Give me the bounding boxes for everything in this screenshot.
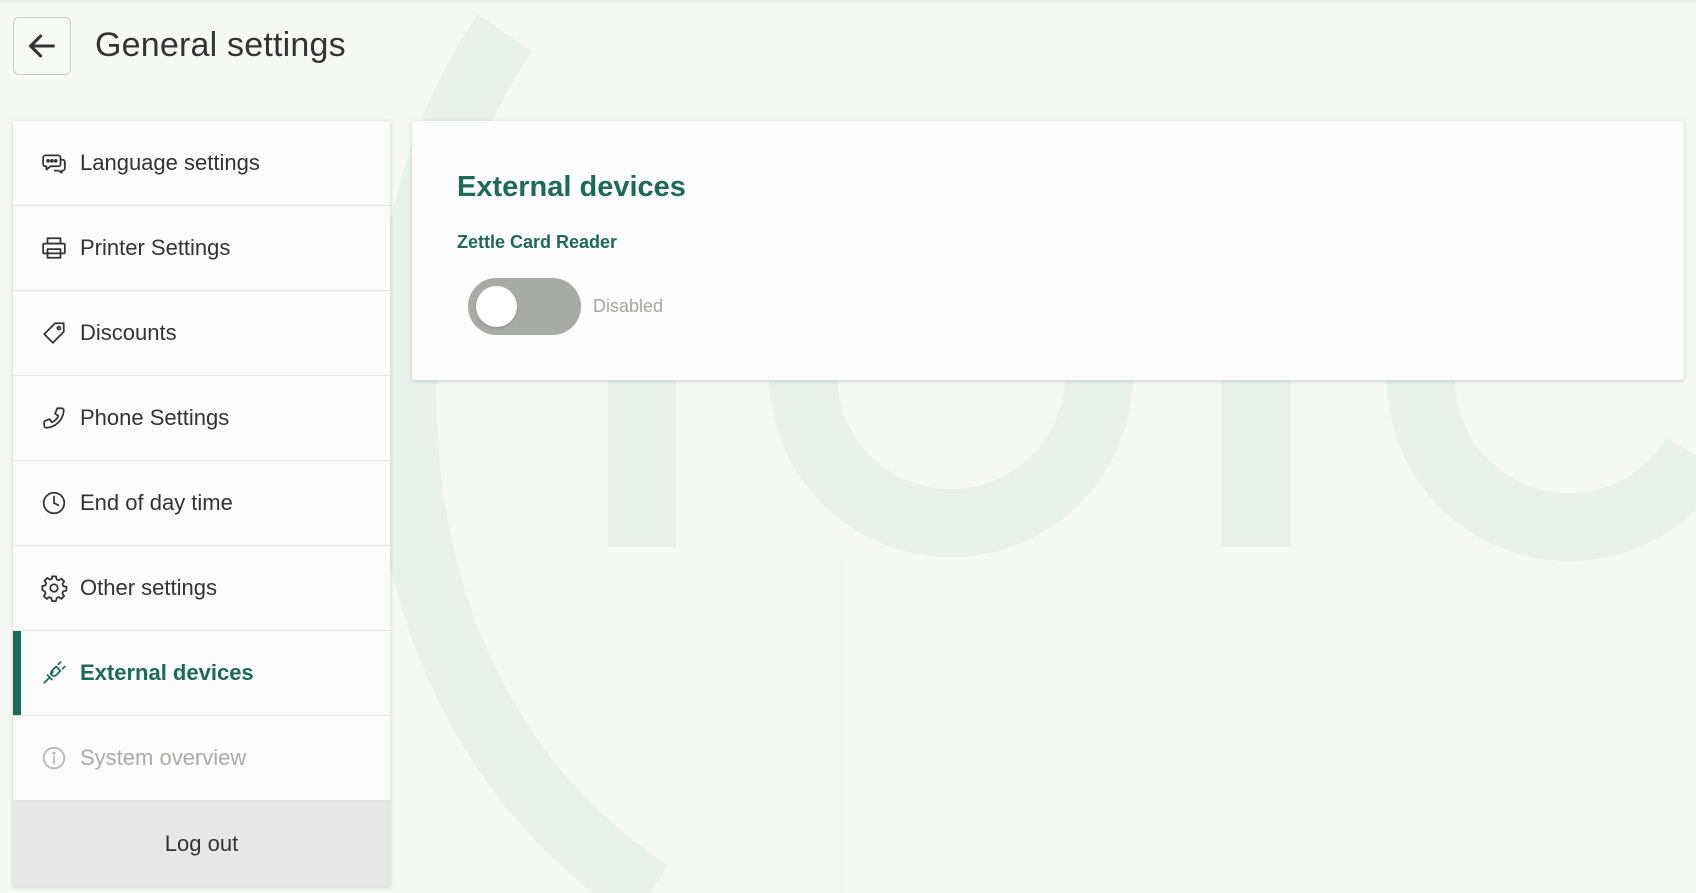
sidebar-item-external-devices[interactable]: External devices <box>13 631 390 716</box>
sidebar-item-system-overview[interactable]: System overview <box>13 716 390 801</box>
toggle-status-label: Disabled <box>593 296 664 316</box>
external-devices-panel: External devices Zettle Card Reader Disa… <box>412 121 1684 380</box>
sidebar-item-label: Phone Settings <box>80 405 230 430</box>
arrow-left-icon <box>29 34 55 58</box>
info-icon <box>40 744 68 772</box>
settings-sidebar: Language settings Printer Settings Disco… <box>13 121 390 886</box>
sidebar-item-label: Other settings <box>80 575 217 600</box>
tag-icon <box>40 319 68 347</box>
sidebar-item-phone-settings[interactable]: Phone Settings <box>13 376 390 461</box>
back-button[interactable] <box>13 17 71 75</box>
top-edge-shadow <box>0 0 1696 4</box>
sidebar-item-label: External devices <box>80 660 254 685</box>
sidebar-item-end-of-day-time[interactable]: End of day time <box>13 461 390 546</box>
sidebar-item-label: Language settings <box>80 150 260 175</box>
panel-title: External devices <box>457 171 686 203</box>
zettle-card-reader-toggle[interactable] <box>468 278 581 335</box>
sidebar-item-discounts[interactable]: Discounts <box>13 291 390 376</box>
device-name: Zettle Card Reader <box>457 232 618 252</box>
sidebar-item-label: End of day time <box>80 490 233 515</box>
gear-icon <box>40 574 68 602</box>
sidebar-item-language-settings[interactable]: Language settings <box>13 121 390 206</box>
printer-icon <box>40 234 68 262</box>
sidebar-item-label: System overview <box>80 745 247 770</box>
chat-bubbles-icon <box>40 149 68 177</box>
sidebar-item-printer-settings[interactable]: Printer Settings <box>13 206 390 291</box>
plug-icon <box>40 659 68 687</box>
clock-icon <box>40 489 68 517</box>
phone-icon <box>40 404 68 432</box>
toggle-knob <box>476 286 517 327</box>
logout-button[interactable]: Log out <box>13 801 390 886</box>
sidebar-item-label: Printer Settings <box>80 235 231 260</box>
sidebar-item-label: Discounts <box>80 320 177 345</box>
sidebar-item-other-settings[interactable]: Other settings <box>13 546 390 631</box>
page-title: General settings <box>95 26 346 64</box>
